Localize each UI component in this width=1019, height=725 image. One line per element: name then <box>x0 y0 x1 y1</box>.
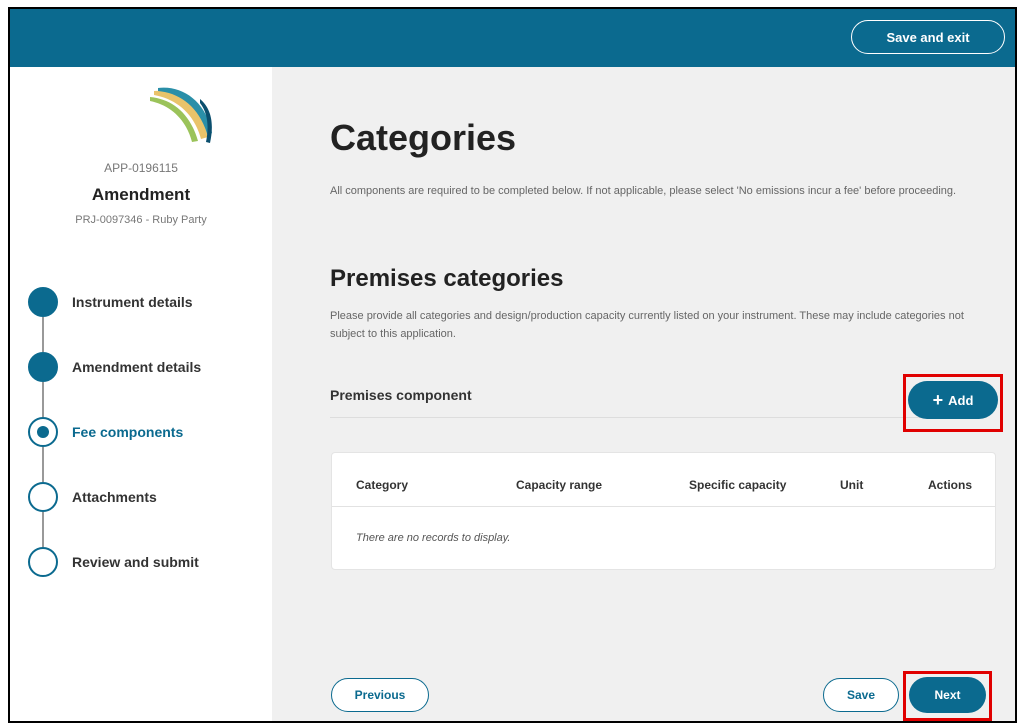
save-and-exit-button[interactable]: Save and exit <box>851 20 1005 54</box>
project-id: PRJ-0097346 - Ruby Party <box>75 214 207 226</box>
step-attachments[interactable]: Attachments <box>28 482 268 512</box>
step-connector <box>42 317 44 352</box>
empty-table-message: There are no records to display. <box>356 532 511 544</box>
add-button-label: Add <box>948 392 974 408</box>
step-label: Amendment details <box>72 359 202 375</box>
step-label: Attachments <box>72 489 157 505</box>
step-instrument-details[interactable]: Instrument details <box>28 287 268 317</box>
step-amendment-details[interactable]: Amendment details <box>28 352 268 382</box>
column-header-specific-capacity[interactable]: Specific capacity <box>689 478 786 492</box>
column-header-actions: Actions <box>928 478 973 492</box>
column-header-category[interactable]: Category <box>356 478 408 492</box>
step-complete-icon <box>28 287 58 317</box>
step-pending-icon <box>28 482 58 512</box>
step-label: Fee components <box>72 424 184 440</box>
plus-icon: + <box>932 390 944 410</box>
app-window: Save and exit APP-0196115 Amendment PRJ-… <box>8 7 1017 723</box>
step-pending-icon <box>28 547 58 577</box>
previous-button[interactable]: Previous <box>331 678 429 712</box>
section-description: Please provide all categories and design… <box>330 310 964 340</box>
page-intro: All components are required to be comple… <box>330 185 957 197</box>
table-header-divider <box>332 506 995 507</box>
step-connector <box>42 382 44 417</box>
column-header-unit[interactable]: Unit <box>840 478 863 492</box>
application-id: APP-0196115 <box>104 161 178 175</box>
step-fee-components[interactable]: Fee components <box>28 417 268 447</box>
section-title: Premises categories <box>330 265 564 292</box>
step-label: Instrument details <box>72 294 193 310</box>
step-current-icon <box>28 417 58 447</box>
premises-table: Category Capacity range Specific capacit… <box>331 452 996 570</box>
step-complete-icon <box>28 352 58 382</box>
page-title: Categories <box>330 117 517 158</box>
top-bar: Save and exit <box>10 9 1015 67</box>
agency-logo <box>150 87 212 143</box>
main-content: Categories All components are required t… <box>272 67 1015 721</box>
divider <box>330 417 920 418</box>
sidebar: APP-0196115 Amendment PRJ-0097346 - Ruby… <box>10 67 272 721</box>
add-button[interactable]: + Add <box>908 381 998 419</box>
step-connector <box>42 512 44 547</box>
column-header-capacity-range[interactable]: Capacity range <box>516 478 602 492</box>
save-button[interactable]: Save <box>823 678 899 712</box>
step-label: Review and submit <box>72 554 199 570</box>
next-button[interactable]: Next <box>909 677 986 713</box>
component-label: Premises component <box>330 387 472 403</box>
step-review-and-submit[interactable]: Review and submit <box>28 547 268 577</box>
application-type-title: Amendment <box>91 185 191 204</box>
step-connector <box>42 447 44 482</box>
